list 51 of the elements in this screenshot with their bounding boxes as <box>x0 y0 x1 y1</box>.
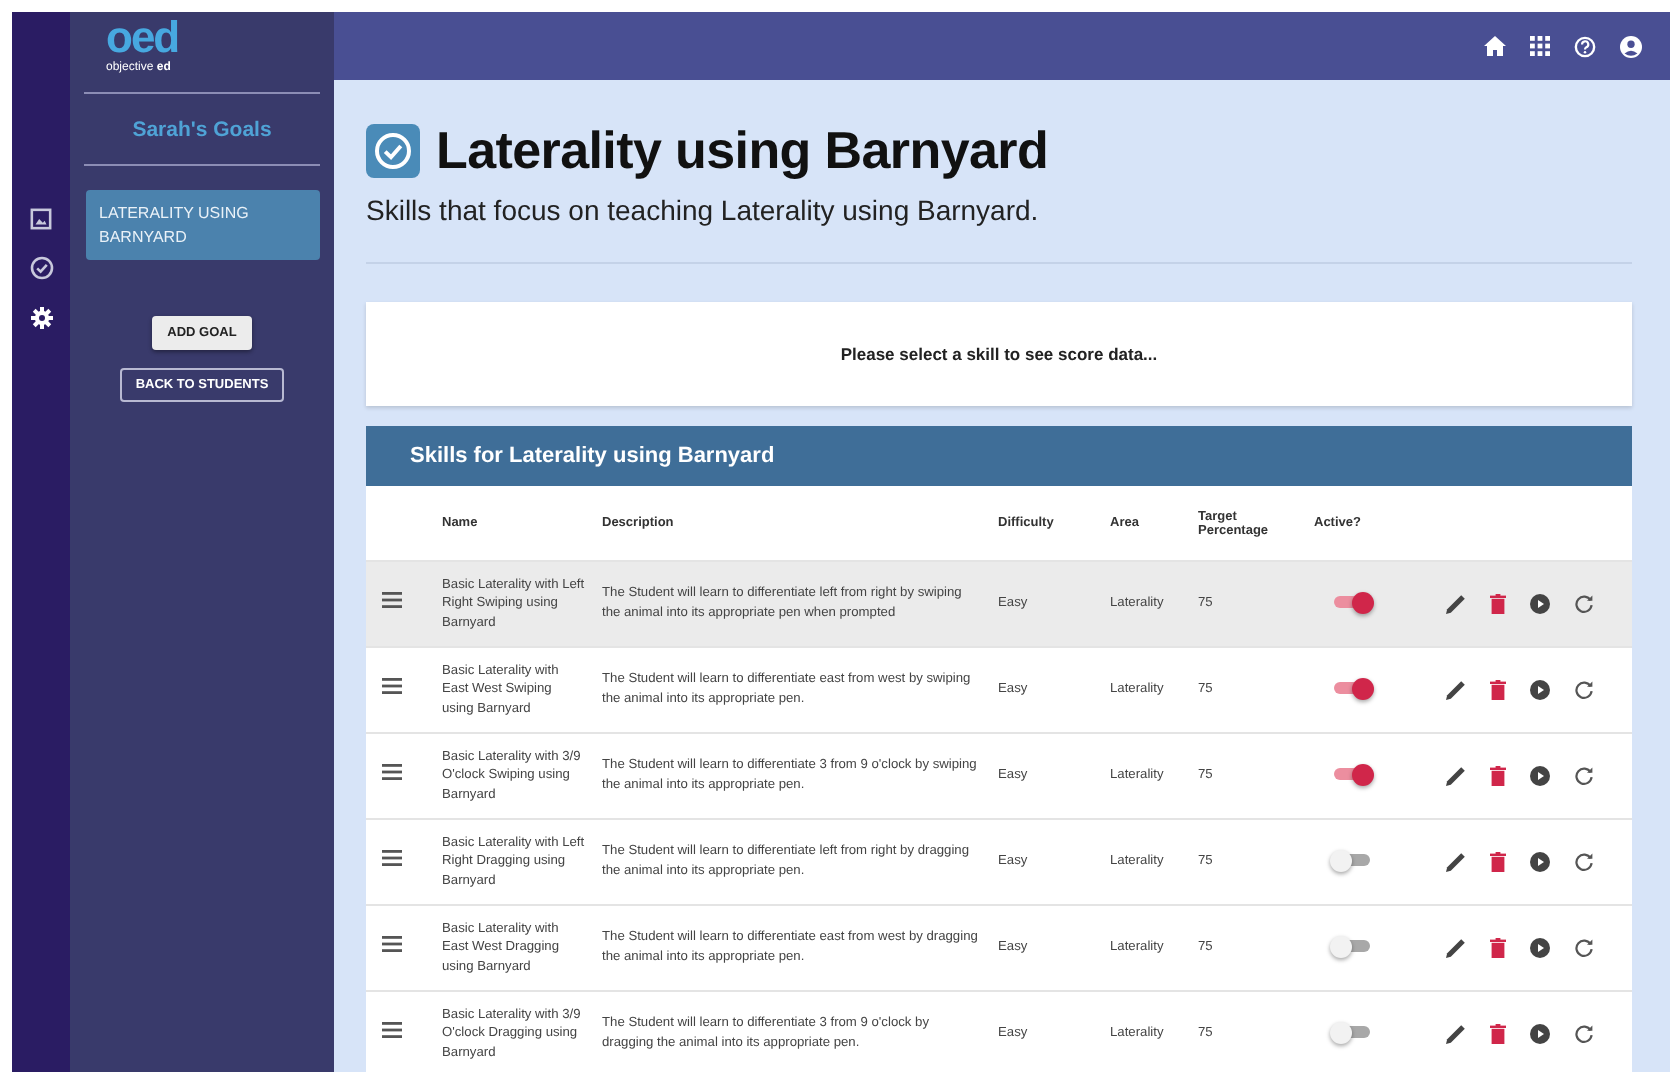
drag-handle-icon[interactable] <box>382 936 402 953</box>
sidebar-heading: Sarah's Goals <box>132 118 272 143</box>
drag-handle-icon[interactable] <box>382 764 402 781</box>
play-circle-icon[interactable] <box>1530 594 1550 614</box>
play-circle-icon[interactable] <box>1530 938 1550 958</box>
drag-handle-icon[interactable] <box>382 678 402 695</box>
refresh-icon[interactable] <box>1574 680 1594 700</box>
pencil-icon[interactable] <box>1446 766 1466 786</box>
apps-grid-icon[interactable] <box>1530 36 1550 56</box>
trash-icon[interactable] <box>1490 766 1506 786</box>
image-icon[interactable] <box>30 208 52 230</box>
trash-icon[interactable] <box>1490 938 1506 958</box>
refresh-icon[interactable] <box>1574 594 1594 614</box>
active-toggle[interactable] <box>1334 768 1370 781</box>
drag-handle-icon[interactable] <box>382 592 402 609</box>
active-toggle[interactable] <box>1334 854 1370 867</box>
goal-item[interactable]: LATERALITY USING BARNYARD <box>85 190 319 260</box>
check-badge-icon <box>366 124 420 178</box>
play-circle-icon[interactable] <box>1530 766 1550 786</box>
page-subtitle: Skills that focus on teaching Laterality using Barnyard. <box>366 194 1041 226</box>
pencil-icon[interactable] <box>1446 852 1466 872</box>
drag-handle-icon[interactable] <box>382 850 402 867</box>
pencil-icon[interactable] <box>1446 938 1466 958</box>
pencil-icon[interactable] <box>1446 680 1466 700</box>
check-circle-icon[interactable] <box>29 256 53 280</box>
play-circle-icon[interactable] <box>1530 852 1550 872</box>
page-title: Laterality using Barnyard <box>436 120 1049 182</box>
refresh-icon[interactable] <box>1574 852 1594 872</box>
settings-icon[interactable] <box>29 306 53 330</box>
refresh-icon[interactable] <box>1574 1024 1594 1044</box>
score-message: Please select a skill to see score data... <box>840 344 1158 364</box>
skills-title: Skills for Laterality using Barnyard <box>410 444 775 468</box>
refresh-icon[interactable] <box>1574 766 1594 786</box>
trash-icon[interactable] <box>1490 594 1506 614</box>
play-circle-icon[interactable] <box>1530 680 1550 700</box>
trash-icon[interactable] <box>1490 852 1506 872</box>
refresh-icon[interactable] <box>1574 938 1594 958</box>
pencil-icon[interactable] <box>1446 1024 1466 1044</box>
account-icon[interactable] <box>1620 35 1642 57</box>
help-icon[interactable] <box>1574 35 1596 57</box>
trash-icon[interactable] <box>1490 680 1506 700</box>
active-toggle[interactable] <box>1334 940 1370 953</box>
drag-handle-icon[interactable] <box>382 1022 402 1039</box>
play-circle-icon[interactable] <box>1530 1024 1550 1044</box>
trash-icon[interactable] <box>1490 1024 1506 1044</box>
home-icon[interactable] <box>1484 36 1506 56</box>
active-toggle[interactable] <box>1334 1026 1370 1039</box>
pencil-icon[interactable] <box>1446 594 1466 614</box>
logo-mark: oed <box>106 12 181 62</box>
active-toggle[interactable] <box>1334 682 1370 695</box>
active-toggle[interactable] <box>1334 596 1370 609</box>
